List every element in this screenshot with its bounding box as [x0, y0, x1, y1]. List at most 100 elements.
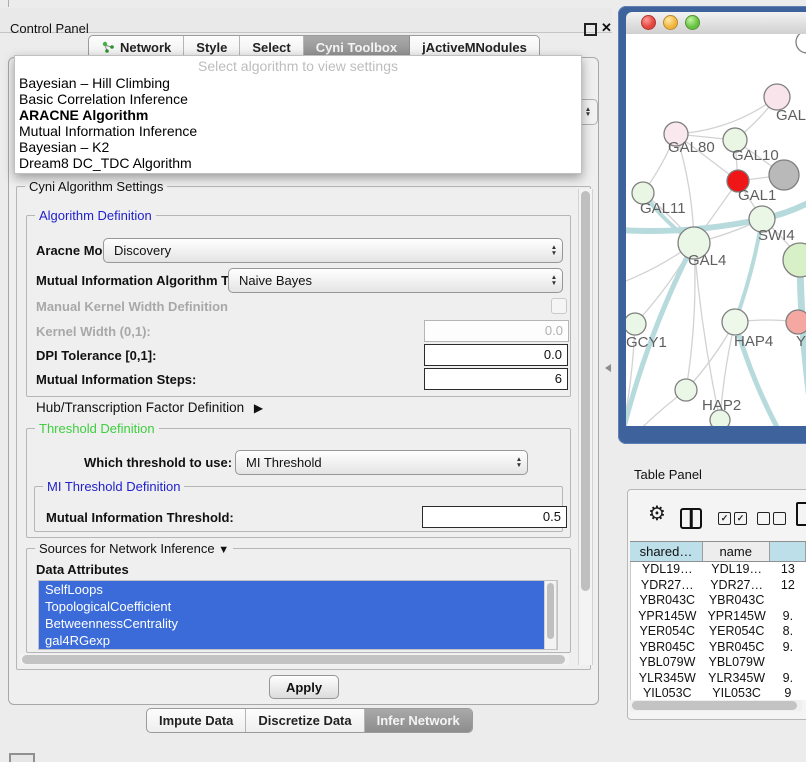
apply-button[interactable]: Apply	[269, 675, 339, 699]
settings-group-title: Cyni Algorithm Settings	[25, 179, 167, 194]
network-canvas[interactable]: GALGAL80GAL10GAL1GAL11SWI4GAL4GCY1HAP4YH…	[626, 34, 806, 426]
unchecked-checkbox-icon	[757, 512, 770, 525]
network-node-gray-node[interactable]	[769, 160, 799, 190]
table-horizontal-scrollbar[interactable]	[630, 700, 802, 711]
attribute-item[interactable]: gal4RGexp	[39, 632, 550, 649]
unchecked-checkbox-icon	[773, 512, 786, 525]
network-node-gcy1[interactable]	[626, 313, 646, 335]
tab-impute-data[interactable]: Impute Data	[147, 709, 246, 732]
deselect-all-icon[interactable]	[757, 512, 786, 525]
split-view-icon[interactable]	[680, 508, 702, 529]
algorithm-item[interactable]: Bayesian – Hill Climbing	[19, 75, 577, 91]
table-cell: 9	[770, 686, 806, 700]
settings-vertical-scrollbar[interactable]	[578, 189, 593, 665]
settings-vertical-thumb[interactable]	[581, 191, 590, 591]
hub-definition-expander[interactable]: Hub/Transcription Factor Definition ▶	[36, 400, 263, 415]
table-cell: YLR345W	[704, 671, 770, 687]
mi-steps-label: Mutual Information Steps:	[36, 372, 196, 387]
table-row[interactable]: YBL079WYBL079W	[631, 655, 806, 671]
which-threshold-value: MI Threshold	[236, 455, 511, 470]
checked-checkbox-icon: ✓	[734, 512, 747, 525]
tab-infer-network[interactable]: Infer Network	[365, 709, 472, 732]
close-icon[interactable]: ✕	[601, 20, 612, 36]
network-node-salmon[interactable]	[786, 310, 806, 334]
table-horizontal-thumb[interactable]	[632, 701, 797, 710]
table-cell: YPR145W	[631, 609, 704, 625]
table-cell: 9.	[770, 640, 806, 656]
dpi-tolerance-field[interactable]: 0.0	[424, 344, 568, 366]
column-header-name[interactable]: name	[703, 542, 770, 561]
panel-divider-arrow[interactable]	[605, 364, 611, 372]
close-traffic-light[interactable]	[641, 15, 656, 30]
cutoff-corner-icon[interactable]	[9, 753, 35, 762]
tab-discretize-data[interactable]: Discretize Data	[246, 709, 364, 732]
stepper-arrows-icon: ▲▼	[580, 100, 596, 124]
attribute-item[interactable]: SelfLoops	[39, 581, 550, 598]
float-window-icon[interactable]	[584, 23, 597, 36]
column-header-shared-name[interactable]: shared…	[630, 542, 703, 561]
kernel-width-field[interactable]: 0.0	[424, 320, 569, 342]
tab-network-label: Network	[120, 40, 171, 55]
tab-jactivemnodules-label: jActiveMNodules	[422, 40, 527, 55]
mi-algorithm-type-select[interactable]: Naive Bayes ▲▼	[228, 268, 563, 293]
table-cell: YBR045C	[704, 640, 770, 656]
tab-discretize-data-label: Discretize Data	[258, 713, 351, 728]
table-row[interactable]: YER054CYER054C8.	[631, 624, 806, 640]
network-node-label: GAL11	[640, 200, 686, 217]
sources-group-title[interactable]: Sources for Network Inference ▼	[35, 541, 233, 556]
algorithm-item[interactable]: Mutual Information Inference	[19, 123, 577, 139]
settings-horizontal-thumb[interactable]	[22, 655, 565, 664]
table-cell: YDR27…	[631, 578, 704, 594]
network-node-small-bottom[interactable]	[710, 410, 730, 426]
network-graph[interactable]: GALGAL80GAL10GAL1GAL11SWI4GAL4GCY1HAP4YH…	[626, 34, 806, 426]
stepper-arrows-icon: ▲▼	[511, 457, 527, 468]
tab-infer-network-label: Infer Network	[377, 713, 460, 728]
column-header-clipped[interactable]	[770, 542, 806, 561]
attribute-item[interactable]: BetweennessCentrality	[39, 615, 550, 632]
select-all-icon[interactable]: ✓ ✓	[718, 512, 747, 525]
minimize-traffic-light[interactable]	[663, 15, 678, 30]
table-header-row: shared… name	[630, 541, 806, 562]
network-edge[interactable]	[694, 243, 720, 420]
table-panel-title: Table Panel	[634, 467, 702, 482]
attributes-scrollbar-thumb[interactable]	[547, 583, 554, 639]
dpi-tolerance-label: DPI Tolerance [0,1]:	[36, 348, 156, 363]
stepper-arrows-icon: ▲▼	[546, 275, 562, 286]
table-row[interactable]: YBR043CYBR043C	[631, 593, 806, 609]
algorithm-item-selected[interactable]: ARACNE Algorithm	[19, 107, 577, 123]
manual-kernel-width-checkbox[interactable]	[551, 298, 567, 314]
network-node-label: GAL4	[688, 252, 726, 269]
sources-title-text: Sources for Network Inference	[39, 541, 215, 556]
algorithm-item[interactable]: Bayesian – K2	[19, 139, 577, 155]
network-node-hap4[interactable]	[722, 309, 748, 335]
table-row[interactable]: YBR045CYBR045C9.	[631, 640, 806, 656]
aracne-mode-select[interactable]: Discovery ▲▼	[103, 238, 563, 263]
attribute-item[interactable]: TopologicalCoefficient	[39, 598, 550, 615]
table-cell: 8.	[770, 624, 806, 640]
which-threshold-select[interactable]: MI Threshold ▲▼	[235, 450, 528, 475]
table-cell: YBL079W	[704, 655, 770, 671]
algorithm-items: Bayesian – Hill Climbing Basic Correlati…	[19, 75, 577, 171]
table-cell: YPR145W	[704, 609, 770, 625]
network-node-big-green[interactable]	[783, 243, 806, 277]
table-row[interactable]: YDL19…YDL19…13	[631, 562, 806, 578]
network-node-top-circle[interactable]	[796, 34, 806, 53]
table-row[interactable]: YDR27…YDR27…12	[631, 578, 806, 594]
table-cell: YER054C	[631, 624, 704, 640]
document-icon[interactable]	[796, 502, 806, 526]
algorithm-item[interactable]: Basic Correlation Inference	[19, 91, 577, 107]
algorithm-item[interactable]: Dream8 DC_TDC Algorithm	[19, 155, 577, 171]
network-node-label: Y	[796, 333, 806, 350]
table-rows: YDL19…YDL19…13YDR27…YDR27…12YBR043CYBR04…	[630, 562, 806, 700]
attributes-scrollbar[interactable]	[544, 581, 557, 649]
mi-threshold-field[interactable]: 0.5	[422, 506, 567, 528]
zoom-traffic-light[interactable]	[685, 15, 700, 30]
table-row[interactable]: YPR145WYPR145W9.	[631, 609, 806, 625]
settings-horizontal-scrollbar[interactable]	[20, 654, 569, 665]
kernel-width-label: Kernel Width (0,1):	[36, 324, 151, 339]
table-row[interactable]: YIL053CYIL053C9	[631, 686, 806, 700]
mi-steps-field[interactable]: 6	[424, 368, 568, 390]
network-node-hap2[interactable]	[675, 379, 697, 401]
table-row[interactable]: YLR345WYLR345W9.	[631, 671, 806, 687]
gear-icon[interactable]: ⚙	[648, 504, 666, 524]
